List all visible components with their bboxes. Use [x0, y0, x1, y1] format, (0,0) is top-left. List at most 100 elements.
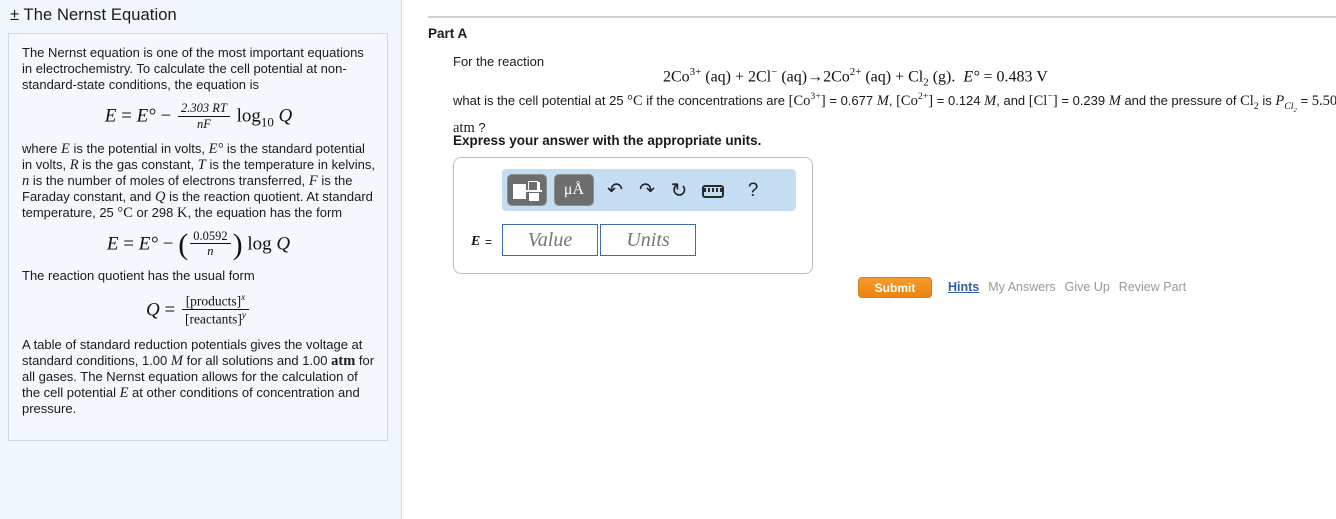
eq1-q: Q [278, 105, 293, 127]
eq1-lhs: E [104, 105, 117, 127]
value-input[interactable] [502, 224, 598, 256]
rx-p2: Cl [908, 68, 924, 86]
rx-p1-state: (aq) [865, 68, 892, 86]
units-input[interactable] [600, 224, 696, 256]
question-panel: Part A For the reaction 2Co3+ (aq) + 2Cl… [403, 0, 1336, 519]
rx-r1: Co [671, 68, 690, 86]
rx-p2-state: (g). [932, 68, 956, 86]
eq2-denominator: n [190, 243, 231, 259]
eq3-fraction: [products]x [reactants]y [181, 292, 249, 328]
eq1-minus: − [160, 105, 172, 127]
reference-panel: ± The Nernst Equation The Nernst equatio… [0, 0, 402, 519]
rx-r1-state: (aq) [705, 68, 732, 86]
q-gas: Cl2 [1240, 92, 1259, 112]
reset-icon[interactable]: ↻ [666, 178, 692, 204]
variable-definitions: where E is the potential in volts, E° is… [22, 141, 375, 221]
sc-M-1: M [170, 352, 183, 369]
review-part-link[interactable]: Review Part [1119, 280, 1186, 294]
q-conc1-unit: M [876, 92, 889, 109]
answer-equals-sign: = [485, 235, 493, 249]
eq2-e-standard: E° [138, 233, 158, 255]
vd-degC: °C [117, 204, 133, 221]
hints-link[interactable]: Hints [948, 280, 979, 294]
rx-p1-coef: 2 [823, 68, 832, 86]
vd-j: , the equation has the form [187, 204, 343, 220]
rx-r2-charge: − [771, 66, 778, 78]
keyboard-icon[interactable] [700, 181, 726, 207]
eq3-lhs: Q [146, 299, 160, 321]
redo-icon[interactable]: ↷ [634, 178, 660, 204]
vd-d: is the gas constant, [78, 156, 198, 172]
q-e: and the pressure of [1120, 92, 1241, 108]
eq2-minus: − [162, 233, 174, 255]
eq2-q: Q [276, 233, 291, 255]
rx-e-standard-value: 0.483 V [996, 68, 1048, 86]
part-label: Part A [428, 26, 468, 41]
rx-r2: Cl [756, 68, 772, 86]
rx-arrow: → [807, 68, 824, 86]
intro-paragraph: The Nernst equation is one of the most i… [22, 45, 364, 92]
q-pressure-symbol: PCl2 [1275, 92, 1297, 114]
eq3-den-text: [reactants] [184, 311, 242, 327]
units-button[interactable]: μÅ [554, 174, 594, 206]
q-conc2-equals: = [936, 92, 945, 108]
vd-E-standard: E° [208, 140, 224, 157]
q-conc3-species: [Cl−] [1028, 91, 1058, 109]
nernst-equation-25c: E = E° − ( 0.0592 n ) log Q [22, 228, 375, 262]
rx-plus-2: + [895, 68, 905, 86]
reaction-equation: 2Co3+ (aq) + 2Cl− (aq)→2Co2+ (aq) + Cl2 … [663, 66, 1048, 89]
rx-r2-coef: 2 [748, 68, 757, 86]
q-f: is [1258, 92, 1276, 108]
help-icon[interactable]: ? [740, 178, 766, 204]
eq1-denominator: nF [178, 115, 230, 132]
q-conc1-value: 0.677 [840, 92, 874, 108]
eq2-numerator: 0.0592 [193, 228, 228, 243]
standard-conditions-paragraph: A table of standard reduction potentials… [22, 337, 375, 417]
answer-action-links: Hints My Answers Give Up Review Part [948, 280, 1195, 294]
vd-b: is the potential in volts, [69, 140, 209, 156]
eq3-equals: = [164, 299, 176, 321]
vd-f: is the number of moles of electrons tran… [29, 172, 309, 188]
q-c: , [888, 92, 897, 108]
rx-r2-state: (aq) [781, 68, 808, 86]
vd-K: K [176, 204, 188, 221]
undo-icon[interactable]: ↶ [602, 178, 628, 204]
q-conc1-equals: = [829, 92, 837, 108]
eq2-fraction: 0.0592 n [190, 228, 231, 260]
for-the-reaction-text: For the reaction [453, 54, 545, 69]
q-conc2-unit: M [984, 92, 997, 109]
eq1-log-base: 10 [260, 114, 274, 130]
page-title: ± The Nernst Equation [10, 6, 177, 24]
eq2-paren-close: ) [232, 228, 243, 262]
submit-button[interactable]: Submit [858, 277, 932, 298]
rx-r1-charge: 3+ [689, 66, 702, 78]
q-conc1-species: [Co3+] [788, 91, 826, 109]
answer-widget: μÅ ↶ ↷ ↻ ? E = [453, 157, 813, 274]
vd-E: E [61, 140, 70, 157]
sc-atm: atm [331, 352, 356, 369]
my-answers-link[interactable]: My Answers [988, 280, 1055, 294]
eq3-num-exp: x [241, 292, 246, 302]
answer-variable-label: E [471, 234, 481, 249]
q-pressure-equals: = [1300, 92, 1309, 108]
question-text: what is the cell potential at 25 °C if t… [453, 88, 1336, 137]
rx-e-standard-symbol: E° [963, 68, 980, 86]
math-template-button[interactable] [507, 174, 547, 206]
reaction-quotient-equation: Q = [products]x [reactants]y [22, 292, 375, 329]
rx-e-standard-equals: = [983, 68, 993, 86]
problem-page: ± The Nernst Equation The Nernst equatio… [0, 0, 1336, 519]
vd-F: F [308, 172, 318, 189]
give-up-link[interactable]: Give Up [1065, 280, 1110, 294]
eq2-equals: = [123, 233, 134, 255]
reference-text-box: The Nernst equation is one of the most i… [8, 33, 388, 441]
rx-p1: Co [831, 68, 850, 86]
q-conc3-equals: = [1061, 92, 1069, 108]
eq2-log: log [247, 233, 272, 255]
sc-b: for all solutions and 1.00 [182, 352, 332, 368]
vd-i: or 298 [132, 204, 177, 220]
eq3-den-exp: y [241, 310, 246, 321]
eq1-numerator: 2.303 RT [181, 101, 227, 115]
q-conc2-species: [Co2+] [896, 91, 934, 109]
express-answer-instruction: Express your answer with the appropriate… [453, 133, 762, 148]
q-degC: °C [627, 92, 643, 109]
